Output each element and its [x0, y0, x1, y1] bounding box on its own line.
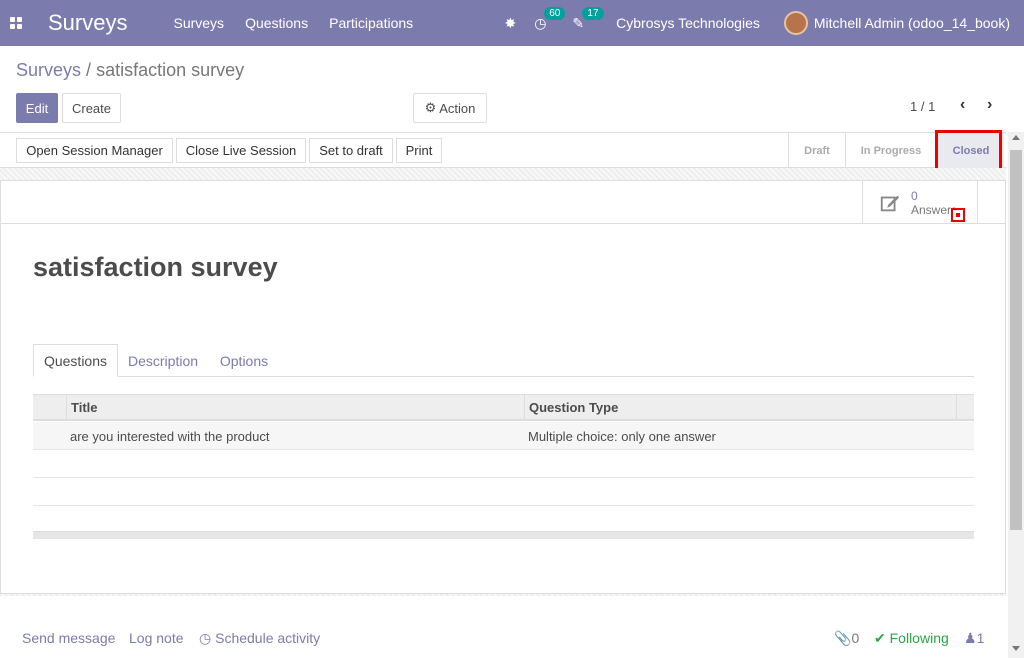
top-navbar: Surveys Surveys Questions Participations…	[0, 0, 1024, 46]
empty-row	[33, 505, 974, 533]
close-live-session-button[interactable]: Close Live Session	[176, 138, 306, 163]
breadcrumb-current: satisfaction survey	[96, 60, 245, 80]
pencil-square-icon	[880, 195, 900, 211]
column-question-type-header[interactable]: Question Type	[524, 395, 956, 420]
breadcrumb-separator: /	[86, 60, 92, 80]
schedule-activity-button[interactable]: ◷ Schedule activity	[199, 630, 320, 647]
notebook-tabs: Questions Description Options	[33, 344, 974, 377]
set-to-draft-button[interactable]: Set to draft	[309, 138, 393, 163]
survey-title[interactable]: satisfaction survey	[33, 252, 278, 283]
followers-button[interactable]: ♟1	[964, 630, 984, 647]
table-row[interactable]: are you interested with the product Mult…	[33, 422, 974, 450]
activity-badge: 60	[544, 6, 566, 20]
table-header: Title Question Type	[33, 394, 974, 421]
tab-options[interactable]: Options	[208, 344, 280, 377]
company-switcher[interactable]: Cybrosys Technologies	[616, 15, 760, 31]
menu-participations[interactable]: Participations	[329, 15, 413, 31]
clock-icon: ◷	[199, 630, 212, 646]
apps-menu-icon[interactable]	[0, 0, 32, 46]
gear-icon: ⚙	[424, 100, 437, 115]
pager-value[interactable]: 1 / 1	[910, 99, 935, 114]
menu-surveys[interactable]: Surveys	[173, 15, 224, 31]
followers-count: 1	[976, 630, 985, 646]
table-footer	[33, 531, 974, 539]
cursor-marker	[951, 208, 965, 222]
messages-badge: 17	[582, 6, 604, 20]
breadcrumb: Surveys / satisfaction survey	[16, 60, 244, 81]
stage-draft[interactable]: Draft	[789, 133, 845, 168]
activity-clock-icon[interactable]: ◷ 60	[534, 6, 566, 32]
pager-previous-icon[interactable]: ‹	[960, 96, 965, 114]
action-button[interactable]: ⚙ Action	[413, 93, 487, 123]
vertical-scrollbar[interactable]	[1008, 132, 1024, 658]
create-button[interactable]: Create	[62, 93, 121, 123]
send-message-button[interactable]: Send message	[22, 630, 115, 646]
empty-row	[33, 478, 974, 506]
stage-in-progress[interactable]: In Progress	[846, 133, 936, 168]
empty-row	[33, 450, 974, 478]
breadcrumb-surveys-link[interactable]: Surveys	[16, 60, 81, 80]
debug-bug-icon[interactable]: ✸	[504, 15, 516, 32]
print-button[interactable]: Print	[396, 138, 442, 163]
closed-stage-highlight	[935, 130, 1002, 171]
statusbar: Open Session Manager Close Live Session …	[0, 132, 1006, 168]
tab-description[interactable]: Description	[118, 344, 208, 377]
app-brand[interactable]: Surveys	[48, 10, 127, 36]
following-label: Following	[889, 630, 949, 646]
following-button[interactable]: ✔ Following	[874, 630, 949, 647]
answers-count: 0	[911, 188, 918, 203]
row-title: are you interested with the product	[70, 428, 270, 444]
schedule-activity-label: Schedule activity	[215, 630, 321, 646]
row-question-type: Multiple choice: only one answer	[528, 428, 716, 444]
scroll-down-icon[interactable]	[1012, 646, 1020, 651]
action-label: Action	[439, 100, 476, 116]
paperclip-icon: 📎	[834, 630, 852, 646]
tab-questions[interactable]: Questions	[33, 344, 118, 377]
avatar[interactable]	[783, 11, 808, 35]
menu-questions[interactable]: Questions	[245, 15, 308, 31]
column-title-header[interactable]: Title	[66, 395, 525, 420]
open-session-manager-button[interactable]: Open Session Manager	[16, 138, 173, 163]
user-icon: ♟	[964, 630, 977, 646]
attachments-count: 0	[851, 630, 860, 646]
chatter: Send message Log note ◷ Schedule activit…	[0, 610, 1006, 658]
button-box-divider	[0, 223, 1006, 224]
pager-next-icon[interactable]: ›	[987, 96, 992, 114]
scroll-up-icon[interactable]	[1012, 135, 1020, 140]
messages-icon[interactable]: ✎ 17	[572, 6, 604, 32]
user-menu[interactable]: Mitchell Admin (odoo_14_book)	[814, 15, 1010, 31]
log-note-button[interactable]: Log note	[129, 630, 184, 646]
check-icon: ✔	[874, 630, 886, 646]
column-options-header	[956, 395, 974, 420]
scroll-thumb[interactable]	[1010, 150, 1022, 530]
attachments-button[interactable]: 📎0	[834, 630, 859, 647]
edit-button[interactable]: Edit	[16, 93, 58, 123]
